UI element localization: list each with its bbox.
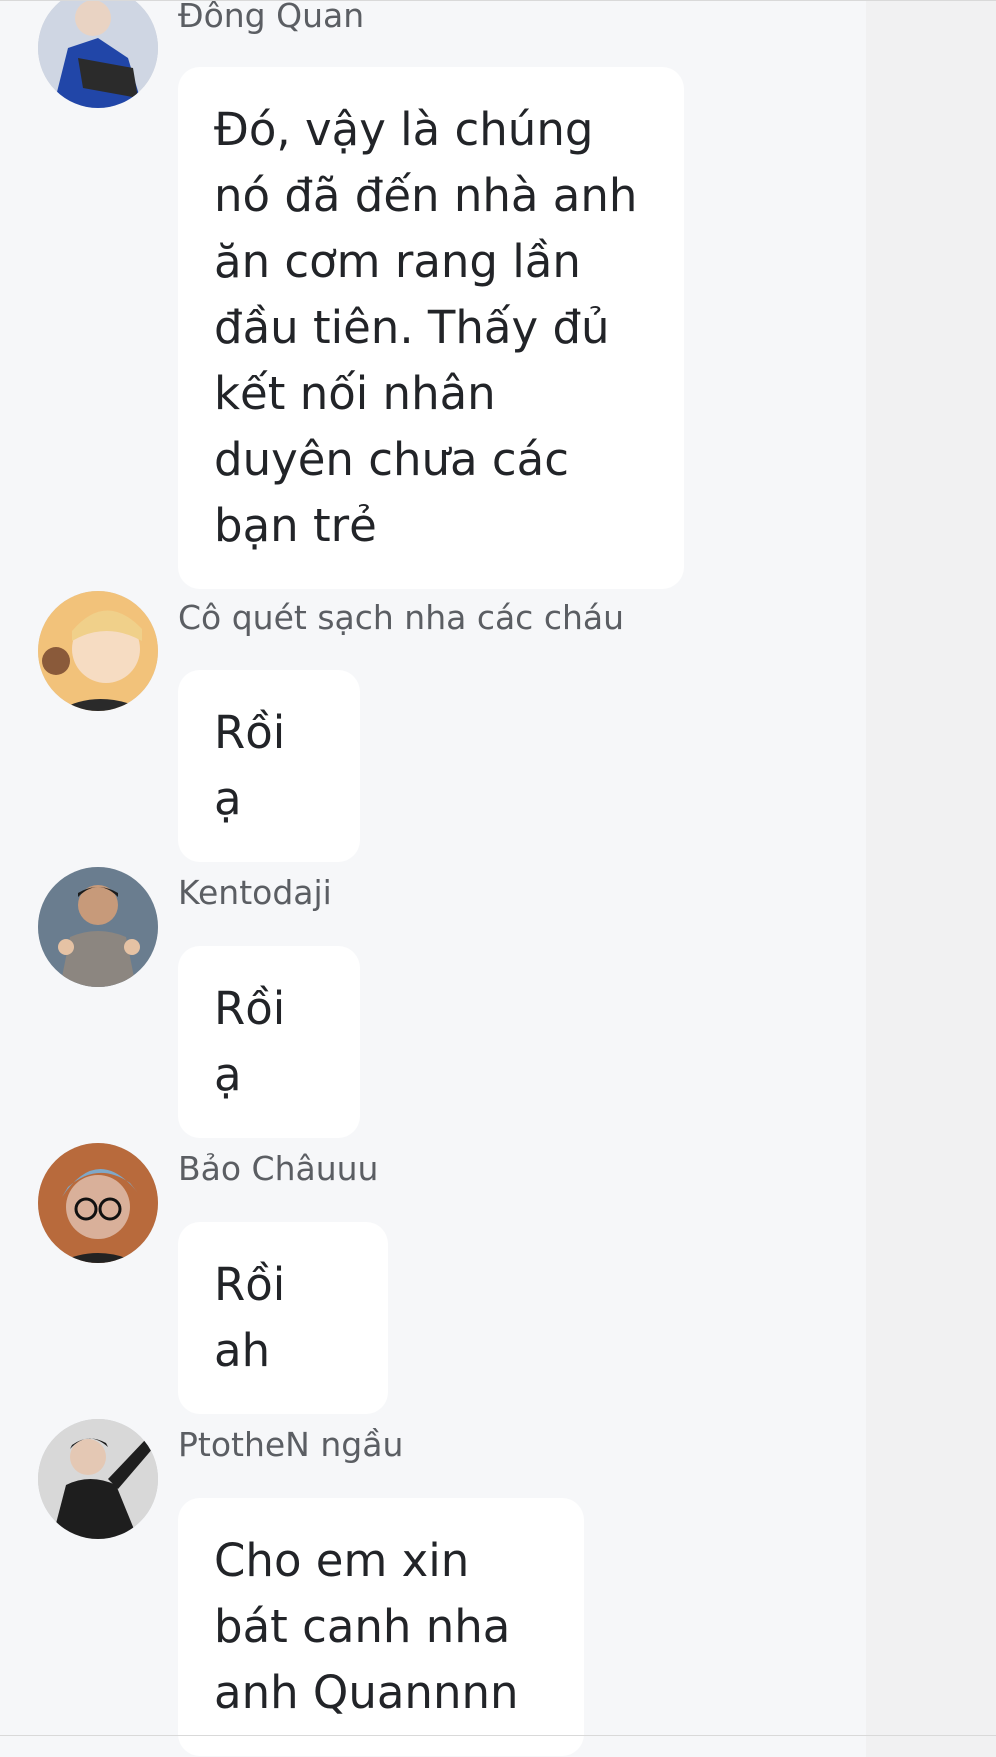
sender-name: Đông Quan	[178, 0, 365, 35]
sender-name: Cô quét sạch nha các cháu	[178, 598, 625, 637]
divider	[0, 0, 996, 1]
sender-name: Bảo Châuuu	[178, 1149, 379, 1188]
user-avatar-icon	[38, 0, 158, 108]
user-avatar-icon	[38, 1419, 158, 1539]
avatar[interactable]	[38, 0, 158, 108]
avatar[interactable]	[38, 867, 158, 987]
message-bubble: Đó, vậy là chúng nó đã đến nhà anh ăn cơ…	[178, 67, 684, 589]
message-bubble: Rồi ah	[178, 1222, 388, 1414]
chat-area[interactable]: Đông Quan Đó, vậy là chúng nó đã đến nhà…	[0, 0, 940, 1757]
message-bubble: Rồi ạ	[178, 946, 360, 1138]
divider	[0, 1735, 996, 1736]
message-bubble: Cho em xin bát canh nha anh Quannnn	[178, 1498, 584, 1756]
sender-name: PtotheN ngầu	[178, 1425, 404, 1464]
user-avatar-icon	[38, 867, 158, 987]
avatar[interactable]	[38, 1419, 158, 1539]
avatar[interactable]	[38, 591, 158, 711]
side-strip	[866, 0, 996, 1757]
user-avatar-icon	[38, 1143, 158, 1263]
user-avatar-icon	[38, 591, 158, 711]
sender-name: Kentodaji	[178, 873, 332, 912]
avatar[interactable]	[38, 1143, 158, 1263]
message-bubble: Rồi ạ	[178, 670, 360, 862]
